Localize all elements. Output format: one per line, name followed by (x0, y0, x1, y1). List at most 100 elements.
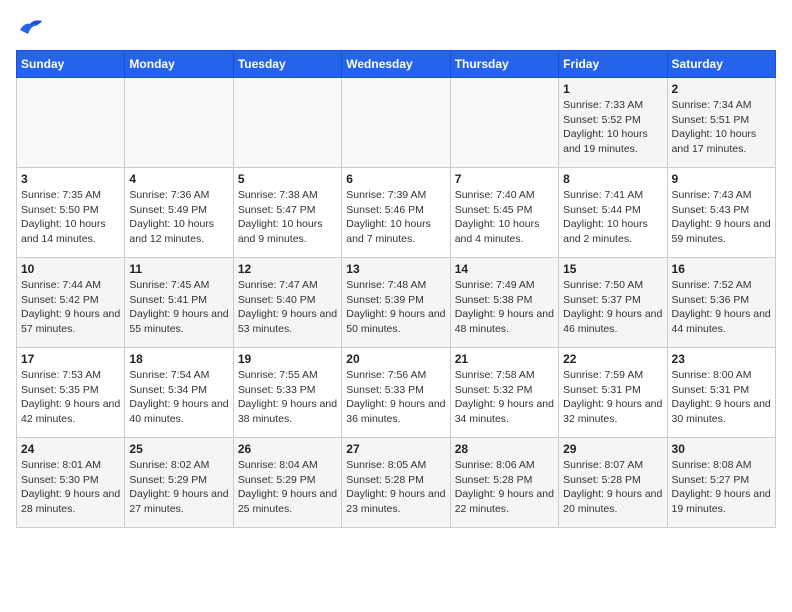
day-number: 11 (129, 262, 228, 276)
day-cell: 8Sunrise: 7:41 AM Sunset: 5:44 PM Daylig… (559, 168, 667, 258)
day-number: 13 (346, 262, 445, 276)
weekday-header-monday: Monday (125, 51, 233, 78)
day-info: Sunrise: 7:35 AM Sunset: 5:50 PM Dayligh… (21, 188, 120, 247)
day-info: Sunrise: 7:54 AM Sunset: 5:34 PM Dayligh… (129, 368, 228, 427)
day-cell: 4 Sunrise: 7:36 AM Sunset: 5:49 PM Daylig… (125, 168, 233, 258)
day-cell: 30 Sunrise: 8:08 AM Sunset: 5:27 PM Dayli… (667, 438, 775, 528)
weekday-header-thursday: Thursday (450, 51, 558, 78)
day-info: Sunrise: 7:45 AM Sunset: 5:41 PM Dayligh… (129, 278, 228, 337)
day-cell: 26 Sunrise: 8:04 AM Sunset: 5:29 PM Dayli… (233, 438, 341, 528)
day-info: Sunrise: 7:53 AM Sunset: 5:35 PM Dayligh… (21, 368, 120, 427)
day-cell (450, 78, 558, 168)
day-info: Sunrise: 7:49 AM Sunset: 5:38 PM Dayligh… (455, 278, 554, 337)
weekday-header-row: SundayMondayTuesdayWednesdayThursdayFrid… (17, 51, 776, 78)
day-cell (125, 78, 233, 168)
day-info: Sunrise: 7:38 AM Sunset: 5:47 PM Dayligh… (238, 188, 337, 247)
day-number: 20 (346, 352, 445, 366)
day-info: Sunrise: 7:41 AM Sunset: 5:44 PM Dayligh… (563, 188, 662, 247)
day-number: 9 (672, 172, 771, 186)
day-info: Sunrise: 7:56 AM Sunset: 5:33 PM Dayligh… (346, 368, 445, 427)
day-cell: 12Sunrise: 7:47 AM Sunset: 5:40 PM Dayli… (233, 258, 341, 348)
day-number: 30 (672, 442, 771, 456)
weekday-header-sunday: Sunday (17, 51, 125, 78)
day-info: Sunrise: 8:04 AM Sunset: 5:29 PM Dayligh… (238, 458, 337, 517)
day-cell: 28 Sunrise: 8:06 AM Sunset: 5:28 PM Dayli… (450, 438, 558, 528)
day-number: 1 (563, 82, 662, 96)
day-cell: 14 Sunrise: 7:49 AM Sunset: 5:38 PM Dayli… (450, 258, 558, 348)
day-cell: 15 Sunrise: 7:50 AM Sunset: 5:37 PM Dayli… (559, 258, 667, 348)
day-cell: 3 Sunrise: 7:35 AM Sunset: 5:50 PM Daylig… (17, 168, 125, 258)
day-number: 14 (455, 262, 554, 276)
day-number: 6 (346, 172, 445, 186)
day-number: 4 (129, 172, 228, 186)
day-cell (233, 78, 341, 168)
day-info: Sunrise: 7:50 AM Sunset: 5:37 PM Dayligh… (563, 278, 662, 337)
day-cell: 9 Sunrise: 7:43 AM Sunset: 5:43 PM Daylig… (667, 168, 775, 258)
day-cell: 25 Sunrise: 8:02 AM Sunset: 5:29 PM Dayli… (125, 438, 233, 528)
day-number: 15 (563, 262, 662, 276)
day-number: 10 (21, 262, 120, 276)
weekday-header-wednesday: Wednesday (342, 51, 450, 78)
day-info: Sunrise: 7:40 AM Sunset: 5:45 PM Dayligh… (455, 188, 554, 247)
day-info: Sunrise: 7:36 AM Sunset: 5:49 PM Dayligh… (129, 188, 228, 247)
day-cell: 1Sunrise: 7:33 AM Sunset: 5:52 PM Daylig… (559, 78, 667, 168)
day-number: 21 (455, 352, 554, 366)
day-cell: 24 Sunrise: 8:01 AM Sunset: 5:30 PM Dayli… (17, 438, 125, 528)
day-cell: 5 Sunrise: 7:38 AM Sunset: 5:47 PM Daylig… (233, 168, 341, 258)
day-info: Sunrise: 7:52 AM Sunset: 5:36 PM Dayligh… (672, 278, 771, 337)
day-number: 16 (672, 262, 771, 276)
day-cell: 16 Sunrise: 7:52 AM Sunset: 5:36 PM Dayli… (667, 258, 775, 348)
day-number: 24 (21, 442, 120, 456)
day-cell: 6Sunrise: 7:39 AM Sunset: 5:46 PM Daylig… (342, 168, 450, 258)
day-cell: 20 Sunrise: 7:56 AM Sunset: 5:33 PM Dayli… (342, 348, 450, 438)
day-info: Sunrise: 7:55 AM Sunset: 5:33 PM Dayligh… (238, 368, 337, 427)
day-number: 28 (455, 442, 554, 456)
day-info: Sunrise: 7:34 AM Sunset: 5:51 PM Dayligh… (672, 98, 771, 157)
logo (16, 16, 48, 38)
week-row-2: 3 Sunrise: 7:35 AM Sunset: 5:50 PM Daylig… (17, 168, 776, 258)
day-info: Sunrise: 7:59 AM Sunset: 5:31 PM Dayligh… (563, 368, 662, 427)
day-info: Sunrise: 8:07 AM Sunset: 5:28 PM Dayligh… (563, 458, 662, 517)
day-info: Sunrise: 8:02 AM Sunset: 5:29 PM Dayligh… (129, 458, 228, 517)
day-number: 22 (563, 352, 662, 366)
day-info: Sunrise: 8:05 AM Sunset: 5:28 PM Dayligh… (346, 458, 445, 517)
day-number: 3 (21, 172, 120, 186)
day-cell: 27 Sunrise: 8:05 AM Sunset: 5:28 PM Dayli… (342, 438, 450, 528)
weekday-header-saturday: Saturday (667, 51, 775, 78)
day-info: Sunrise: 7:58 AM Sunset: 5:32 PM Dayligh… (455, 368, 554, 427)
day-info: Sunrise: 7:47 AM Sunset: 5:40 PM Dayligh… (238, 278, 337, 337)
week-row-5: 24 Sunrise: 8:01 AM Sunset: 5:30 PM Dayli… (17, 438, 776, 528)
page-header (16, 16, 776, 38)
day-number: 18 (129, 352, 228, 366)
day-number: 17 (21, 352, 120, 366)
day-number: 25 (129, 442, 228, 456)
logo-bird-icon (16, 16, 44, 38)
day-cell: 11 Sunrise: 7:45 AM Sunset: 5:41 PM Dayli… (125, 258, 233, 348)
day-number: 2 (672, 82, 771, 96)
day-cell: 18 Sunrise: 7:54 AM Sunset: 5:34 PM Dayli… (125, 348, 233, 438)
day-cell: 29 Sunrise: 8:07 AM Sunset: 5:28 PM Dayli… (559, 438, 667, 528)
week-row-4: 17 Sunrise: 7:53 AM Sunset: 5:35 PM Dayli… (17, 348, 776, 438)
day-cell: 10Sunrise: 7:44 AM Sunset: 5:42 PM Dayli… (17, 258, 125, 348)
day-number: 23 (672, 352, 771, 366)
day-number: 7 (455, 172, 554, 186)
day-number: 27 (346, 442, 445, 456)
day-info: Sunrise: 7:43 AM Sunset: 5:43 PM Dayligh… (672, 188, 771, 247)
calendar-table: SundayMondayTuesdayWednesdayThursdayFrid… (16, 50, 776, 528)
day-cell: 7 Sunrise: 7:40 AM Sunset: 5:45 PM Daylig… (450, 168, 558, 258)
day-info: Sunrise: 8:08 AM Sunset: 5:27 PM Dayligh… (672, 458, 771, 517)
day-cell: 17 Sunrise: 7:53 AM Sunset: 5:35 PM Dayli… (17, 348, 125, 438)
day-info: Sunrise: 7:48 AM Sunset: 5:39 PM Dayligh… (346, 278, 445, 337)
day-number: 29 (563, 442, 662, 456)
weekday-header-friday: Friday (559, 51, 667, 78)
week-row-3: 10Sunrise: 7:44 AM Sunset: 5:42 PM Dayli… (17, 258, 776, 348)
week-row-1: 1Sunrise: 7:33 AM Sunset: 5:52 PM Daylig… (17, 78, 776, 168)
day-number: 5 (238, 172, 337, 186)
day-info: Sunrise: 8:01 AM Sunset: 5:30 PM Dayligh… (21, 458, 120, 517)
day-number: 26 (238, 442, 337, 456)
day-cell: 2 Sunrise: 7:34 AM Sunset: 5:51 PM Daylig… (667, 78, 775, 168)
weekday-header-tuesday: Tuesday (233, 51, 341, 78)
day-info: Sunrise: 8:00 AM Sunset: 5:31 PM Dayligh… (672, 368, 771, 427)
day-cell (17, 78, 125, 168)
day-info: Sunrise: 8:06 AM Sunset: 5:28 PM Dayligh… (455, 458, 554, 517)
